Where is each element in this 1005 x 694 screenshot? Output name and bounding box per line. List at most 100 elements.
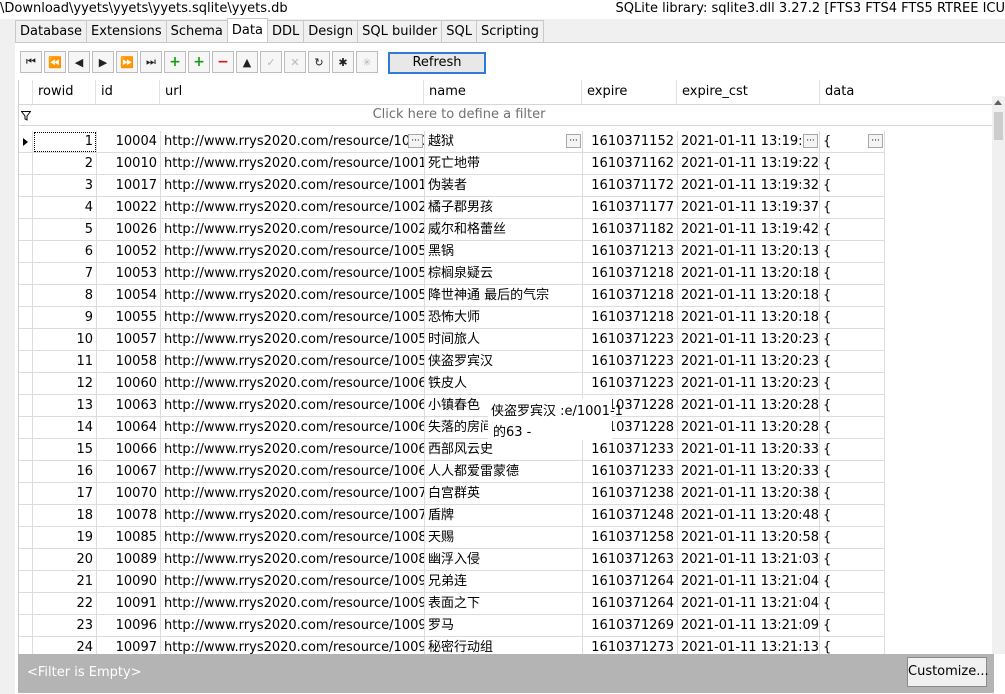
cell-data[interactable]: { — [820, 351, 885, 373]
cell-id[interactable]: 10078 — [97, 505, 161, 527]
cell-id[interactable]: 10063 — [97, 395, 161, 417]
row-indicator[interactable] — [19, 439, 33, 461]
row-indicator[interactable] — [19, 483, 33, 505]
refresh-button[interactable]: Refresh — [388, 52, 486, 74]
cell-expire-cst[interactable]: 2021-01-11 13:21:03 — [678, 549, 820, 571]
tab-extensions[interactable]: Extensions — [86, 20, 167, 42]
table-row[interactable]: 17 10070 http://www.rrys2020.com/resource/… — [19, 483, 885, 505]
cell-url[interactable]: http://www.rrys2020.com/resource/10070 — [161, 483, 425, 505]
cell-expire[interactable]: 1610371218 — [583, 307, 678, 329]
cell-id[interactable]: 10060 — [97, 373, 161, 395]
cell-id[interactable]: 10089 — [97, 549, 161, 571]
table-row[interactable]: 16 10067 http://www.rrys2020.com/resource/… — [19, 461, 885, 483]
cell-url[interactable]: http://www.rrys2020.com/resource/10078 — [161, 505, 425, 527]
cell-url[interactable]: http://www.rrys2020.com/resource/10066 — [161, 439, 425, 461]
cell-id[interactable]: 10010 — [97, 153, 161, 175]
cell-id[interactable]: 10055 — [97, 307, 161, 329]
cell-expire[interactable]: 1610371182 — [583, 219, 678, 241]
cell-name[interactable]: 人人都爱雷蒙德 — [425, 461, 583, 483]
row-indicator[interactable] — [19, 197, 33, 219]
cell-editor-ellipsis-icon[interactable]: ··· — [566, 134, 581, 148]
cell-expire[interactable]: 1610371273 — [583, 637, 678, 654]
first-icon[interactable]: ⏮ — [20, 51, 42, 73]
cell-rowid[interactable]: 23 — [33, 615, 97, 637]
scroll-up-icon[interactable] — [994, 100, 1002, 105]
clear-icon[interactable]: ✳ — [356, 51, 378, 73]
cell-name[interactable]: 铁皮人 — [425, 373, 583, 395]
cell-url[interactable]: http://www.rrys2020.com/resource/10054 — [161, 285, 425, 307]
table-row[interactable]: 5 10026 http://www.rrys2020.com/resource/1… — [19, 219, 885, 241]
table-row[interactable]: 7 10053 http://www.rrys2020.com/resource/1… — [19, 263, 885, 285]
tab-sql[interactable]: SQL — [441, 20, 478, 42]
cell-rowid[interactable]: 2 — [33, 153, 97, 175]
cell-id[interactable]: 10058 — [97, 351, 161, 373]
cell-name[interactable]: 盾牌 — [425, 505, 583, 527]
cell-url[interactable]: http://www.rrys2020.com/resource/10017 — [161, 175, 425, 197]
table-row[interactable]: 15 10066 http://www.rrys2020.com/resource/… — [19, 439, 885, 461]
cell-data[interactable]: { — [820, 175, 885, 197]
cell-id[interactable]: 10091 — [97, 593, 161, 615]
tab-data[interactable]: Data — [226, 18, 268, 42]
cell-expire-cst[interactable]: 2021-01-11 13:19:22 — [678, 153, 820, 175]
cell-rowid[interactable]: 21 — [33, 571, 97, 593]
cell-expire-cst[interactable]: 2021-01-11 13:20:33 — [678, 439, 820, 461]
cell-expire-cst[interactable]: 2021-01-11 13:19:37 — [678, 197, 820, 219]
row-indicator[interactable] — [19, 549, 33, 571]
cell-id[interactable]: 10054 — [97, 285, 161, 307]
cell-editor-ellipsis-icon[interactable]: ··· — [803, 134, 818, 148]
cell-data[interactable]: { — [820, 571, 885, 593]
row-indicator[interactable] — [19, 329, 33, 351]
cell-url[interactable]: http://www.rrys2020.com/resource/10064 — [161, 417, 425, 439]
cell-url[interactable]: http://www.rrys2020.com/resource/10004 — [161, 131, 425, 153]
next-page-icon[interactable]: ⏩ — [116, 51, 138, 73]
cell-expire-cst[interactable]: 2021-01-11 13:20:23 — [678, 373, 820, 395]
table-row[interactable]: 1 10004 http://www.rrys2020.com/resource/1… — [19, 131, 885, 153]
cell-expire-cst[interactable]: 2021-01-11 13:19:42 — [678, 219, 820, 241]
cell-rowid[interactable]: 16 — [33, 461, 97, 483]
last-icon[interactable]: ⏭ — [140, 51, 162, 73]
cell-id[interactable]: 10053 — [97, 263, 161, 285]
row-indicator[interactable] — [19, 505, 33, 527]
next-icon[interactable]: ▶ — [92, 51, 114, 73]
cell-expire[interactable]: 1610371223 — [583, 329, 678, 351]
cell-data[interactable]: { — [820, 483, 885, 505]
cell-data[interactable]: { — [820, 197, 885, 219]
cell-url[interactable]: http://www.rrys2020.com/resource/10058 — [161, 351, 425, 373]
cell-data[interactable]: { — [820, 615, 885, 637]
cell-expire[interactable]: 1610371269 — [583, 615, 678, 637]
row-indicator[interactable] — [19, 615, 33, 637]
cell-editor-ellipsis-icon[interactable]: ··· — [408, 134, 423, 148]
cell-data[interactable]: { — [820, 461, 885, 483]
row-indicator[interactable] — [19, 307, 33, 329]
row-indicator[interactable] — [19, 395, 33, 417]
row-indicator[interactable] — [19, 219, 33, 241]
cell-expire[interactable]: 1610371263 — [583, 549, 678, 571]
column-header-data[interactable]: data — [819, 80, 995, 104]
table-row[interactable]: 3 10017 http://www.rrys2020.com/resource/1… — [19, 175, 885, 197]
cell-expire-cst[interactable]: 2021-01-11 13:20:58 — [678, 527, 820, 549]
cell-expire-cst[interactable]: 2021-01-11 13:20:23 — [678, 351, 820, 373]
cell-data[interactable]: { — [820, 329, 885, 351]
cell-url[interactable]: http://www.rrys2020.com/resource/10085 — [161, 527, 425, 549]
cell-expire[interactable]: 1610371218 — [583, 263, 678, 285]
cell-name[interactable]: 降世神通 最后的气宗 — [425, 285, 583, 307]
table-row[interactable]: 23 10096 http://www.rrys2020.com/resource/… — [19, 615, 885, 637]
cell-url[interactable]: http://www.rrys2020.com/resource/10053 — [161, 263, 425, 285]
cell-url[interactable]: http://www.rrys2020.com/resource/10097 — [161, 637, 425, 654]
cell-id[interactable]: 10052 — [97, 241, 161, 263]
cell-url[interactable]: http://www.rrys2020.com/resource/10090 — [161, 571, 425, 593]
cell-expire-cst[interactable]: 2021-01-11 13:20:23 — [678, 329, 820, 351]
cell-expire[interactable]: 1610371213 — [583, 241, 678, 263]
tab-schema[interactable]: Schema — [165, 20, 228, 42]
table-row[interactable]: 10 10057 http://www.rrys2020.com/resource/… — [19, 329, 885, 351]
table-row[interactable]: 4 10022 http://www.rrys2020.com/resource/1… — [19, 197, 885, 219]
cell-url[interactable]: http://www.rrys2020.com/resource/10067 — [161, 461, 425, 483]
table-row[interactable]: 14 10064 http://www.rrys2020.com/resource/… — [19, 417, 885, 439]
cell-rowid[interactable]: 24 — [33, 637, 97, 654]
row-indicator[interactable] — [19, 263, 33, 285]
row-indicator[interactable] — [19, 593, 33, 615]
cell-data[interactable]: { — [820, 241, 885, 263]
cell-rowid[interactable]: 9 — [33, 307, 97, 329]
row-indicator[interactable] — [19, 153, 33, 175]
cell-name[interactable]: 死亡地带 — [425, 153, 583, 175]
